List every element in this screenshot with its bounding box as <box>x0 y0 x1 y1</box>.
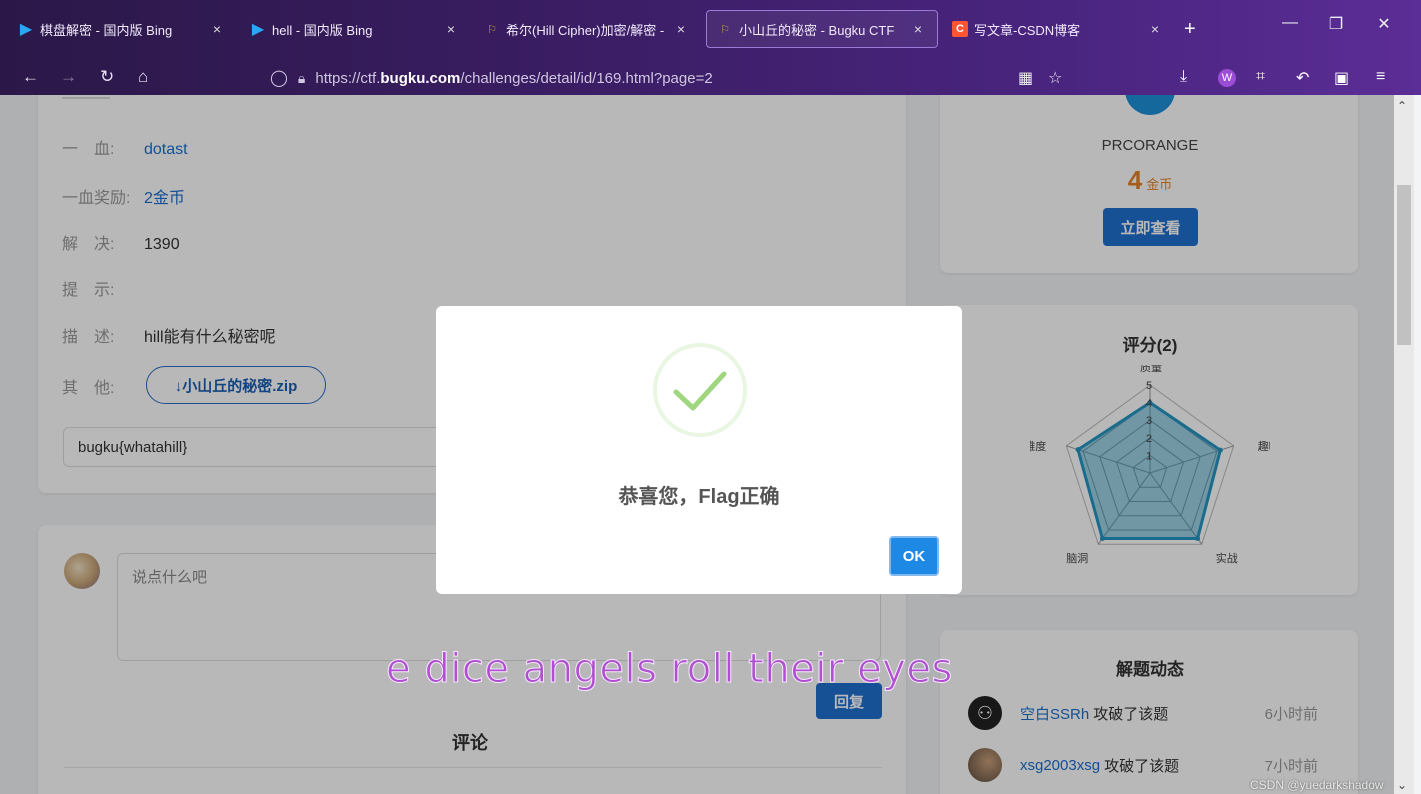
qr-code-icon[interactable]: ▦ <box>1018 68 1033 88</box>
bing-icon: ▶ <box>19 21 33 38</box>
flag-icon: ⚐ <box>487 23 497 36</box>
minimize-icon[interactable]: — <box>1270 14 1310 32</box>
bing-icon: ▶ <box>251 21 265 38</box>
back-arrow-icon[interactable]: ← <box>22 67 39 87</box>
undo-arrow-icon[interactable]: ↶ <box>1296 68 1309 88</box>
close-window-icon[interactable]: ✕ <box>1364 14 1404 34</box>
close-icon[interactable]: × <box>1146 21 1164 37</box>
shield-icon: ◯ <box>270 70 288 87</box>
success-message: 恭喜您，Flag正确 <box>618 486 780 508</box>
csdn-icon: C <box>952 21 968 37</box>
success-check-icon <box>650 340 750 445</box>
scroll-down-icon[interactable]: ⌄ <box>1397 778 1407 792</box>
tab-bugku-ctf[interactable]: ⚐ 小山丘的秘密 - Bugku CTF × <box>706 10 938 48</box>
close-icon[interactable]: × <box>208 21 226 37</box>
new-tab-icon[interactable]: + <box>1184 18 1196 41</box>
ok-button[interactable]: OK <box>889 536 939 576</box>
tab-hell[interactable]: ▶ hell - 国内版 Bing × <box>240 10 470 48</box>
close-icon[interactable]: × <box>672 21 690 37</box>
forward-arrow-icon[interactable]: → <box>60 67 77 87</box>
crop-icon[interactable]: ⌗ <box>1256 68 1265 86</box>
browser-tab-bar: ▶ 棋盘解密 - 国内版 Bing × ▶ hell - 国内版 Bing × … <box>0 0 1421 61</box>
home-icon[interactable]: ⌂ <box>138 67 148 87</box>
tab-title: hell - 国内版 Bing <box>272 22 373 38</box>
scroll-up-icon[interactable]: ⌃ <box>1397 99 1407 113</box>
close-icon[interactable]: × <box>909 21 927 37</box>
menu-icon[interactable]: ≡ <box>1376 68 1385 86</box>
lock-icon: 🔒︎ <box>297 69 306 86</box>
address-bar[interactable]: ◯ 🔒︎ https://ctf.bugku.com/challenges/de… <box>262 63 1080 93</box>
reload-icon[interactable]: ↻ <box>100 67 114 87</box>
desktop-lyric-overlay: e dice angels roll their eyes <box>386 646 953 693</box>
tab-title: 棋盘解密 - 国内版 Bing <box>40 22 173 38</box>
browser-nav-bar: ← → ↻ ⌂ ◯ 🔒︎ https://ctf.bugku.com/chall… <box>0 61 1421 95</box>
extension-box-icon[interactable]: ▣ <box>1334 68 1349 88</box>
download-icon[interactable]: ⤓ <box>1180 68 1187 86</box>
extension-w-icon[interactable]: W <box>1218 69 1236 87</box>
success-dialog: 恭喜您，Flag正确 OK <box>436 306 962 594</box>
close-icon[interactable]: × <box>442 21 460 37</box>
restore-icon[interactable]: ❐ <box>1316 14 1356 34</box>
url-text: https://ctf.bugku.com/challenges/detail/… <box>315 69 713 87</box>
tab-chessboard-decrypt[interactable]: ▶ 棋盘解密 - 国内版 Bing × <box>8 10 236 48</box>
flag-icon: ⚐ <box>720 23 730 36</box>
bookmark-star-icon[interactable]: ☆ <box>1048 68 1062 88</box>
tab-title: 写文章-CSDN博客 <box>974 22 1081 38</box>
watermark: CSDN @yuedarkshadow <box>1250 778 1384 792</box>
tab-title: 小山丘的秘密 - Bugku CTF <box>739 22 895 38</box>
scrollbar-thumb[interactable] <box>1397 185 1411 345</box>
tab-hill-cipher[interactable]: ⚐ 希尔(Hill Cipher)加密/解密 - × <box>474 10 700 48</box>
tab-title: 希尔(Hill Cipher)加密/解密 - <box>506 22 665 38</box>
page-scrollbar[interactable]: ⌃ ⌄ <box>1394 95 1414 794</box>
tab-csdn[interactable]: C 写文章-CSDN博客 × <box>942 10 1174 48</box>
